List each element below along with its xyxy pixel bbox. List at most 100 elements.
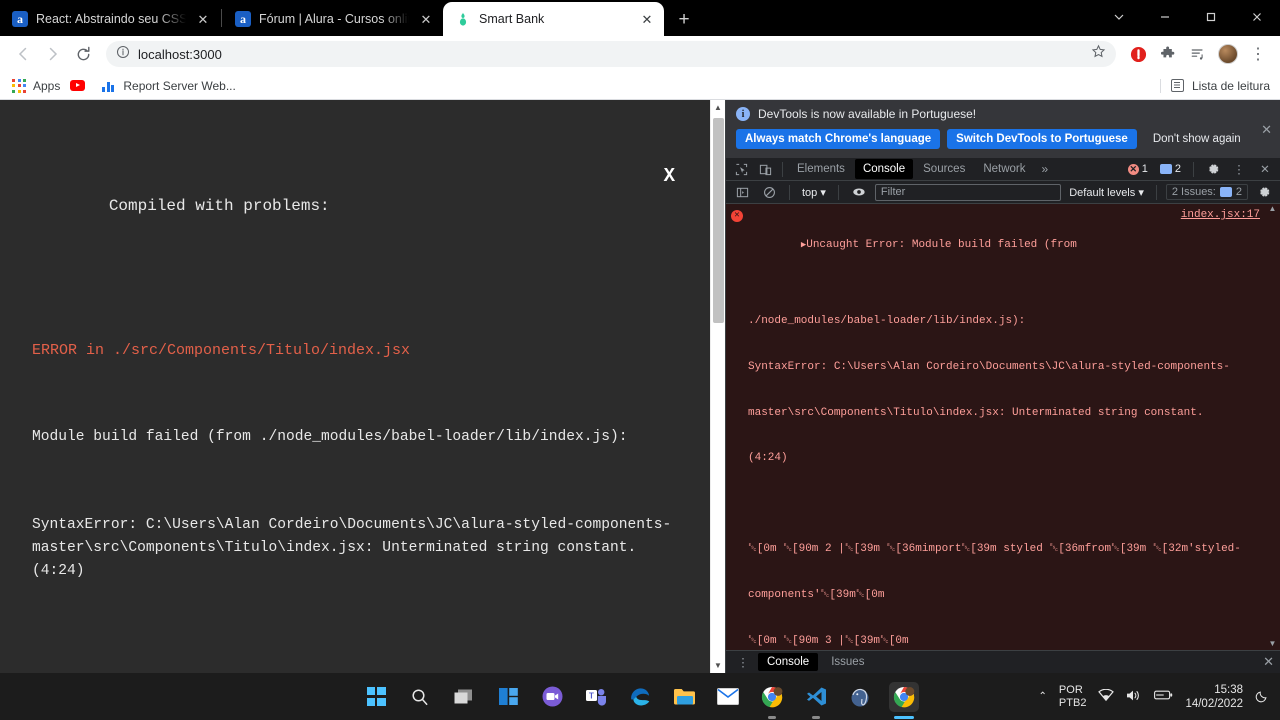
avatar[interactable] xyxy=(1214,40,1242,68)
reading-list-icon[interactable] xyxy=(1184,40,1212,68)
banner-close-icon[interactable]: ✕ xyxy=(1261,122,1272,138)
clear-console-icon[interactable] xyxy=(758,181,780,203)
chrome-profile-app[interactable] xyxy=(757,682,787,719)
scroll-up-arrow-icon[interactable]: ▲ xyxy=(711,100,725,115)
drawer-tab-console[interactable]: Console xyxy=(758,653,819,671)
tab-close-icon[interactable]: ✕ xyxy=(417,10,435,28)
tab-search-chevron-down-icon[interactable] xyxy=(1096,0,1142,34)
bookmark-youtube[interactable] xyxy=(68,78,100,93)
issues-count: 2 xyxy=(1235,186,1242,198)
browser-tab-1[interactable]: a Fórum | Alura - Cursos online de ✕ xyxy=(223,2,443,36)
always-match-language-button[interactable]: Always match Chrome's language xyxy=(736,129,941,149)
task-view-button[interactable] xyxy=(449,682,479,712)
windows-logo-icon xyxy=(366,687,386,706)
console-output[interactable]: ✕ ▶Uncaught Error: Module build failed (… xyxy=(726,204,1280,650)
bookmarks-bar: Apps Report Server Web... Lista de leitu… xyxy=(0,72,1280,100)
gear-icon[interactable] xyxy=(1202,158,1224,180)
devtools-tab-elements[interactable]: Elements xyxy=(789,159,853,179)
devtools-close-icon[interactable]: ✕ xyxy=(1254,158,1276,180)
more-tabs-chevron-icon[interactable]: » xyxy=(1036,162,1055,176)
vscode-app[interactable] xyxy=(801,682,831,719)
scrollbar-thumb[interactable] xyxy=(713,118,724,323)
console-body-line: ␛[0m ␛[90m 3 |␛[39m␛[0m xyxy=(748,634,909,647)
tab-title: Fórum | Alura - Cursos online de xyxy=(259,12,409,26)
language-line-1: POR xyxy=(1058,684,1083,696)
compile-error-overlay: Compiled with problems: X ERROR in ./src… xyxy=(0,100,725,673)
tab-close-icon[interactable]: ✕ xyxy=(194,10,212,28)
search-button[interactable] xyxy=(405,682,435,712)
info-circle-icon[interactable] xyxy=(116,45,130,64)
bookmark-apps[interactable]: Apps xyxy=(10,77,68,95)
back-button[interactable] xyxy=(8,39,38,69)
chrome-app[interactable] xyxy=(889,681,919,719)
console-sidebar-icon[interactable] xyxy=(731,181,753,203)
browser-tab-2-active[interactable]: Smart Bank ✕ xyxy=(443,2,664,36)
drawer-kebab-icon[interactable]: ⋮ xyxy=(732,651,754,673)
reading-list-button[interactable]: Lista de leitura xyxy=(1159,78,1270,93)
tab-title: Smart Bank xyxy=(479,12,545,26)
devtools-language-banner: i DevTools is now available in Portugues… xyxy=(726,100,1280,158)
start-button[interactable] xyxy=(361,682,391,712)
volume-icon[interactable] xyxy=(1126,689,1142,705)
browser-menu-icon[interactable]: ⋮ xyxy=(1244,40,1272,68)
execution-context-select[interactable]: top ▾ xyxy=(799,186,829,199)
console-body-line: master\src\Components\Titulo\index.jsx: … xyxy=(748,406,1204,419)
overlay-message-line-1: SyntaxError: C:\Users\Alan Cordeiro\Docu… xyxy=(32,517,672,580)
devtools-tab-network[interactable]: Network xyxy=(975,159,1033,179)
wifi-icon[interactable] xyxy=(1098,688,1115,705)
bookmark-report-server[interactable]: Report Server Web... xyxy=(100,77,244,95)
kebab-icon[interactable]: ⋮ xyxy=(1228,158,1250,180)
close-window-icon[interactable] xyxy=(1234,0,1280,34)
minimize-icon[interactable] xyxy=(1142,0,1188,34)
issues-summary-button[interactable]: 2 Issues: 2 xyxy=(1165,184,1248,200)
console-scroll-down-icon[interactable]: ▼ xyxy=(1267,639,1278,648)
message-count-badge[interactable]: 2 xyxy=(1156,162,1185,176)
switch-devtools-language-button[interactable]: Switch DevTools to Portuguese xyxy=(947,129,1137,149)
apps-grid-icon xyxy=(12,78,26,93)
file-explorer-app[interactable] xyxy=(669,682,699,712)
console-source-link[interactable]: index.jsx:17 xyxy=(1181,208,1260,223)
devtools-tab-sources[interactable]: Sources xyxy=(915,159,973,179)
scroll-down-arrow-icon[interactable]: ▼ xyxy=(711,658,725,673)
console-body-line: (4:24) xyxy=(748,452,788,465)
maximize-icon[interactable] xyxy=(1188,0,1234,34)
devtools-tab-console[interactable]: Console xyxy=(854,159,914,179)
drawer-close-icon[interactable]: ✕ xyxy=(1263,654,1274,670)
error-count-badge[interactable]: ✕ 1 xyxy=(1124,162,1152,176)
widgets-button[interactable] xyxy=(493,682,523,712)
postgresql-app[interactable] xyxy=(845,682,875,712)
bookmark-star-icon[interactable] xyxy=(1091,44,1106,64)
log-levels-select[interactable]: Default levels ▾ xyxy=(1066,186,1147,199)
reload-button[interactable] xyxy=(68,39,98,69)
puzzle-icon[interactable] xyxy=(1154,40,1182,68)
teams-app[interactable]: T xyxy=(581,682,611,712)
edge-app[interactable] xyxy=(625,682,655,712)
page-scrollbar[interactable]: ▲ ▼ xyxy=(710,100,725,673)
mail-app[interactable] xyxy=(713,682,743,712)
tab-close-icon[interactable]: ✕ xyxy=(638,10,656,28)
console-filter-input[interactable]: Filter xyxy=(874,183,1062,201)
overlay-close-button[interactable]: X xyxy=(664,162,675,190)
live-expression-eye-icon[interactable] xyxy=(848,181,870,203)
console-scroll-up-icon[interactable]: ▲ xyxy=(1267,204,1278,213)
battery-icon[interactable] xyxy=(1154,689,1173,704)
console-body-line xyxy=(748,497,1262,512)
device-toolbar-icon[interactable] xyxy=(754,158,776,180)
language-indicator[interactable]: POR PTB2 xyxy=(1059,684,1087,709)
zoom-app[interactable] xyxy=(537,682,567,712)
console-error-entry[interactable]: ✕ ▶Uncaught Error: Module build failed (… xyxy=(726,204,1280,650)
forward-button[interactable] xyxy=(38,39,68,69)
new-tab-button[interactable]: + xyxy=(670,5,698,33)
show-hidden-icons-chevron-up-icon[interactable]: ⌃ xyxy=(1039,691,1047,702)
console-scrollbar[interactable]: ▲ ▼ xyxy=(1267,204,1278,650)
drawer-tab-issues[interactable]: Issues xyxy=(822,653,873,671)
console-settings-gear-icon[interactable] xyxy=(1253,181,1275,203)
moon-icon[interactable] xyxy=(1255,688,1270,706)
desktop-screen: a React: Abstraindo seu CSS com S ✕ a Fó… xyxy=(0,0,1280,720)
clock[interactable]: 15:38 14/02/2022 xyxy=(1185,683,1243,711)
browser-tab-0[interactable]: a React: Abstraindo seu CSS com S ✕ xyxy=(0,2,220,36)
adblock-icon[interactable] xyxy=(1124,40,1152,68)
inspect-element-icon[interactable] xyxy=(730,158,752,180)
dont-show-again-button[interactable]: Don't show again xyxy=(1144,129,1250,149)
address-bar[interactable]: localhost:3000 xyxy=(106,41,1116,67)
